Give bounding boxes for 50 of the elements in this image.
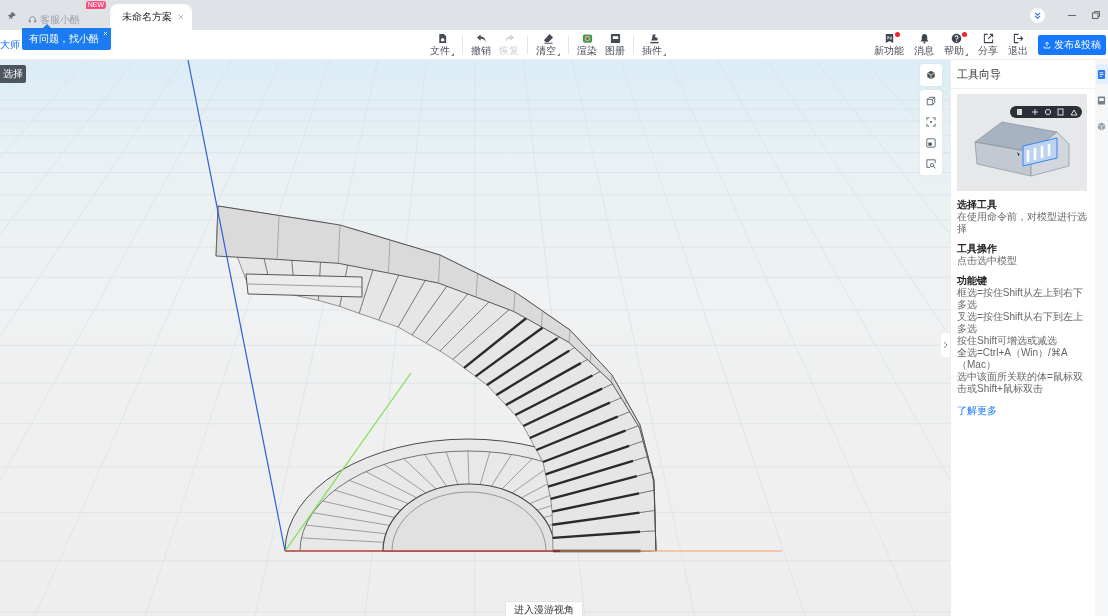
pin-icon[interactable] [8,11,17,20]
upload-icon [1043,40,1052,49]
stamp-icon [648,32,660,44]
tab[interactable]: 未命名方案 [110,4,192,30]
guide-text: 在使用命令前，对模型进行选择 [957,211,1088,235]
picture-in-picture-icon[interactable] [926,138,936,148]
guide-text: 全选=Ctrl+A（Win）/⌘A（Mac） [957,347,1069,371]
panel-collapse-button[interactable] [941,333,950,357]
spiral-staircase-drawing[interactable] [215,205,657,553]
section-heading: 选择工具 [957,198,998,211]
box-icon[interactable] [926,96,936,106]
headset-icon [28,15,37,24]
guide-text: 框选=按住Shift从左上到右下多选 [957,287,1084,311]
guide-text: 叉选=按住Shift从右下到左上多选 [957,311,1084,335]
restore-icon[interactable] [1091,10,1101,20]
camera-icon [581,32,593,44]
file-button[interactable]: 文件 [426,32,458,57]
double-chevron-down-icon[interactable] [1030,7,1045,23]
exit-button[interactable]: 退出 [1003,32,1034,57]
undo-button[interactable]: 撤销 [467,32,495,57]
clear-button[interactable]: 清空 [532,32,564,57]
whats-new-button[interactable]: 新功能 [869,32,910,57]
messages-button[interactable]: 消息 [909,32,940,57]
focus-icon[interactable] [926,117,936,127]
mode-label: 选择 [0,65,26,83]
bell-icon [918,32,930,44]
share-icon [982,32,994,44]
learn-more-link[interactable]: 了解更多 [957,404,997,418]
help-button[interactable]: 帮助 [939,32,974,57]
redo-icon [503,32,515,44]
cube-icon[interactable] [926,70,936,80]
zoom-icon[interactable] [926,159,936,169]
brand-text[interactable]: 大师 [0,37,20,52]
section-heading: 功能键 [957,274,988,287]
eraser-icon [542,32,554,44]
guide-text: 选中该面所关联的体=鼠标双击或Shift+鼠标双击 [957,371,1084,395]
guide-text: 按住Shift可增选或减选 [957,335,1058,347]
guide-text: 点击选中模型 [957,255,1018,267]
album-button[interactable]: 图册 [601,32,629,57]
logout-icon [1012,32,1024,44]
guide-icon [1097,68,1106,80]
render-button[interactable]: 渲染 [573,32,601,57]
undo-icon [475,32,487,44]
share-button[interactable]: 分享 [973,32,1004,57]
roam-view-button[interactable]: 进入漫游视角 [505,601,583,616]
side-tab[interactable] [1095,64,1108,84]
plugin-button[interactable]: 插件 [638,32,670,57]
publish-button[interactable]: 发布&投稿 [1038,34,1106,55]
section-heading: 工具操作 [957,242,998,255]
chevron-right-icon [943,341,948,349]
